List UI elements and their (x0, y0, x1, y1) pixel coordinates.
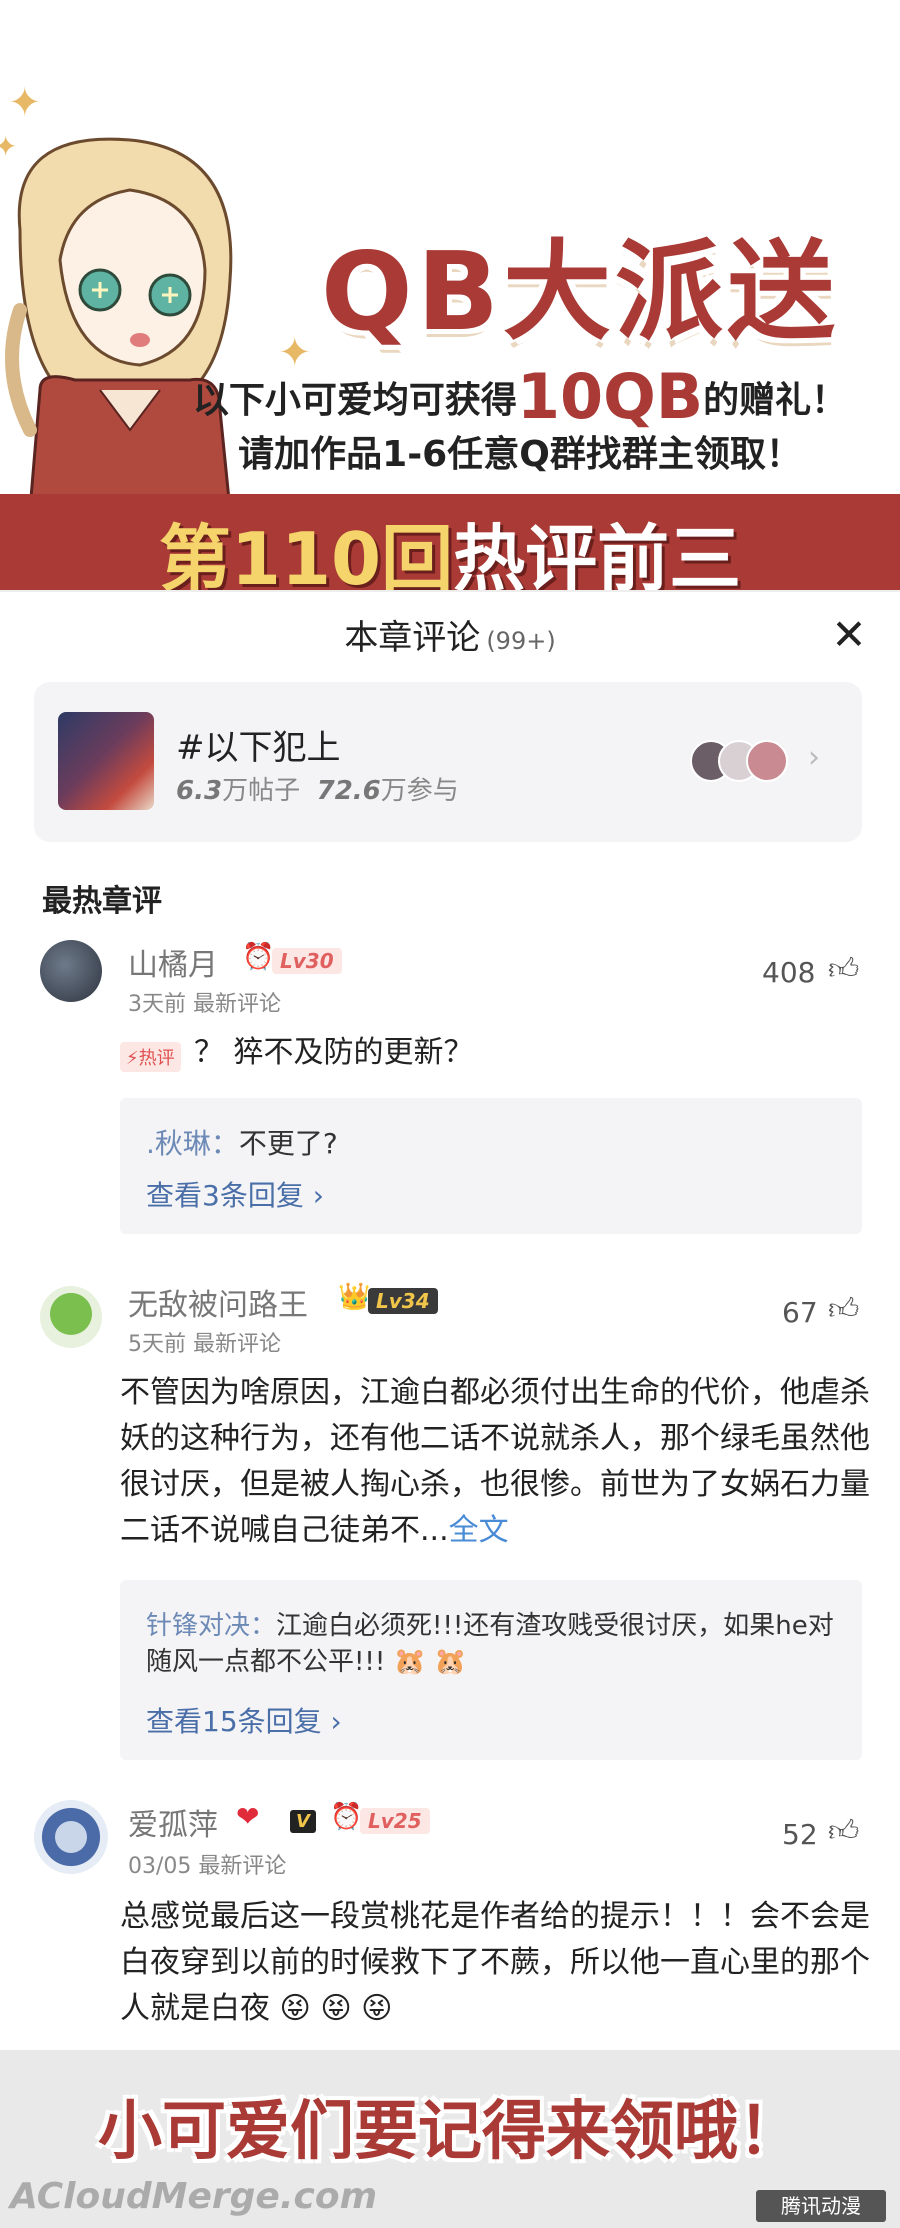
topic-name: #以下犯上 (176, 728, 341, 768)
view-replies-link[interactable]: 查看15条回复 › (146, 1700, 342, 1740)
like-count: 408 (762, 956, 816, 989)
reply-content: 不更了? (238, 1127, 338, 1160)
full-text-link[interactable]: 全文 (449, 1513, 509, 1548)
topic-cover-image (58, 712, 154, 810)
avatar[interactable] (40, 940, 102, 1002)
heart-icon: ❤ (236, 1800, 260, 1833)
thumbs-up-icon[interactable]: 👍︎ (828, 1814, 859, 1850)
comment-meta: 5天前 最新评论 (128, 1332, 281, 1357)
thumbs-up-icon[interactable]: 👍︎ (828, 952, 859, 988)
reply-text: 针锋对决：江逾白必须死!!!还有渣攻贱受很讨厌，如果he对随风一点都不公平!!!… (146, 1608, 846, 1680)
reply-username[interactable]: .秋琳： (146, 1127, 239, 1160)
reply-username[interactable]: 针锋对决： (146, 1611, 276, 1641)
close-icon[interactable]: ✕ (826, 612, 872, 658)
reply-text: .秋琳：不更了? (146, 1122, 338, 1162)
promo-title: QB大派送 (320, 230, 840, 355)
bottom-banner-text: 小可爱们要记得来领哦！ (98, 2095, 802, 2169)
avatar[interactable] (34, 1800, 108, 1874)
like-count: 67 (782, 1296, 818, 1329)
hot-comment-badge: ⚡热评 (120, 1042, 181, 1072)
episode-number: 第110回 (158, 517, 454, 601)
comment-username[interactable]: 爱孤萍 (128, 1800, 218, 1844)
vip-badge-icon: V (290, 1810, 316, 1833)
participants-count: 72.6 (316, 776, 381, 806)
comment-count: (99+) (486, 627, 556, 655)
like-count: 52 (782, 1818, 818, 1851)
topic-stats: 6.3万帖子 72.6万参与 (176, 770, 459, 807)
promo-instruction: 请加作品1-6任意Q群找群主领取！ (238, 434, 802, 475)
promo-line1-pre: 以下小可爱均可获得 (192, 380, 517, 421)
panel-title: 本章评论 (344, 618, 481, 658)
comment-username[interactable]: 无敌被问路王 (128, 1280, 308, 1324)
top-comments-label: 热评前三 (453, 517, 742, 601)
promo-subtitle: 以下小可爱均可获得10QB的赠礼！ (150, 360, 890, 433)
view-replies-link[interactable]: 查看3条回复 › (146, 1174, 324, 1214)
avatar[interactable] (40, 1286, 102, 1348)
level-badge-icon: ⏰ (242, 942, 275, 972)
posts-count: 6.3 (176, 776, 223, 806)
promo-amount: 10QB (516, 360, 704, 433)
promo-line1-post: 的赠礼！ (703, 380, 848, 421)
panel-header: 本章评论 (99+) (0, 610, 900, 660)
chevron-right-icon[interactable]: › (808, 740, 820, 775)
hot-tag-label: 热评 (138, 1048, 175, 1069)
comment-body: 不管因为啥原因，江逾白都必须付出生命的代价，他虐杀妖的这种行为，还有他二话不说就… (120, 1370, 880, 1554)
section-title: 最热章评 (42, 884, 162, 919)
posts-label: 万帖子 (222, 776, 301, 806)
comment-body: 总感觉最后这一段赏桃花是作者给的提示！！！会不会是白夜穿到以前的时候救下了不蕨，… (120, 1899, 870, 2026)
comment-meta: 3天前 最新评论 (128, 992, 281, 1017)
comment-body: ？ 猝不及防的更新？ (194, 1035, 474, 1070)
level-badge: Lv30 (272, 948, 342, 974)
level-badge: Lv25 (360, 1808, 430, 1834)
level-badge-icon: ⏰ (330, 1802, 363, 1832)
comment-username[interactable]: 山橘月 (128, 940, 218, 984)
publisher-logo: 腾讯动漫 (756, 2190, 886, 2222)
crown-badge-icon: 👑 (338, 1282, 371, 1312)
thumbs-up-icon[interactable]: 👍︎ (828, 1292, 859, 1328)
comment-meta: 03/05 最新评论 (128, 1854, 287, 1879)
level-badge: Lv34 (368, 1288, 438, 1314)
watermark: ACloudMerge.com (10, 2176, 378, 2217)
participant-avatar (746, 740, 788, 782)
participants-label: 万参与 (380, 776, 459, 806)
